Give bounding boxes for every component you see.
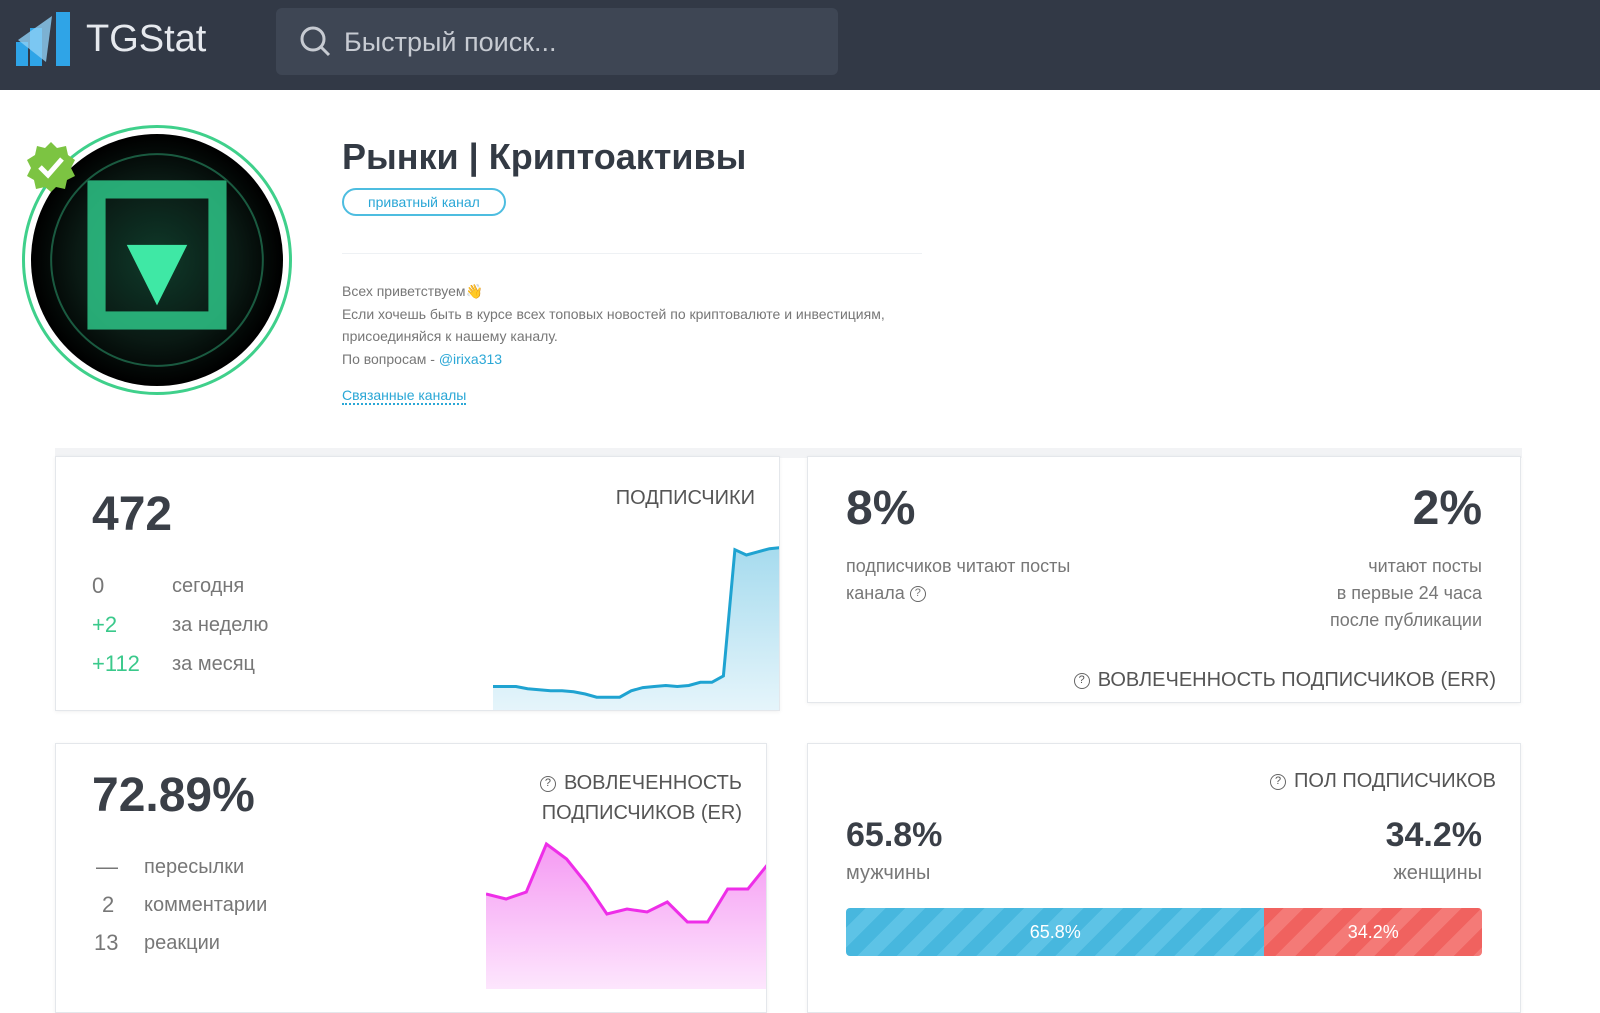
search-input[interactable] — [344, 22, 804, 62]
reactions-value: 13 — [94, 930, 119, 955]
top-bar: TGStat — [0, 0, 1600, 90]
today-label: сегодня — [172, 575, 245, 597]
month-value: +112 — [92, 651, 140, 676]
help-icon[interactable]: ? — [539, 775, 556, 792]
today-value: 0 — [92, 573, 105, 598]
err-right-value: 2% — [1412, 482, 1482, 535]
month-label: за месяц — [172, 653, 256, 675]
week-value: +2 — [92, 612, 118, 637]
verified-icon — [27, 142, 75, 192]
caption-text: ВОВЛЕЧЕННОСТЬ ПОДПИСЧИКОВ (ERR) — [1097, 669, 1496, 691]
gender-caption[interactable]: ? ПОЛ ПОДПИСЧИКОВ — [1270, 770, 1496, 793]
comments-value: 2 — [102, 892, 115, 917]
tgstat-logo-icon[interactable] — [16, 12, 72, 66]
contact-link[interactable]: @irixa313 — [439, 351, 502, 367]
channel-title: Рынки | Криптоактивы — [342, 136, 747, 177]
private-channel-badge: приватный канал — [342, 188, 506, 216]
err-left-label: подписчиков читают посты канала ? — [846, 553, 1070, 607]
er-panel: 72.89% ? ВОВЛЕЧЕННОСТЬ ПОДПИСЧИКОВ (ER) — … — [55, 743, 767, 1013]
label-line: после публикации — [1330, 610, 1482, 630]
sparkline-area — [486, 844, 766, 989]
label-line: читают посты — [1368, 556, 1482, 576]
description-line: Всех приветствуем👋 — [342, 283, 483, 299]
brand-name[interactable]: TGStat — [86, 18, 206, 61]
reactions-label: реакции — [144, 932, 220, 954]
subscribers-total: 472 — [92, 488, 173, 541]
female-bar-segment: 34.2% — [1264, 908, 1482, 956]
caption-text: ПОЛ ПОДПИСЧИКОВ — [1294, 770, 1496, 792]
forwards-label: пересылки — [144, 856, 245, 878]
er-sparkline — [486, 841, 766, 989]
subscribers-sparkline — [493, 546, 779, 710]
er-value: 72.89% — [92, 769, 255, 822]
male-bar-segment: 65.8% — [846, 908, 1265, 956]
female-value: 34.2% — [1385, 816, 1482, 854]
err-right-label: читают посты в первые 24 часа после публик… — [1330, 553, 1482, 634]
err-panel: 8% подписчиков читают посты канала ? 2% ч… — [807, 456, 1521, 703]
gender-bar: 65.8% 34.2% — [846, 908, 1482, 956]
search-box[interactable] — [276, 8, 838, 75]
divider — [342, 253, 922, 254]
related-channels-link[interactable]: Связанные каналы — [342, 387, 467, 405]
sparkline-area — [493, 547, 779, 710]
err-caption[interactable]: ? ВОВЛЕЧЕННОСТЬ ПОДПИСЧИКОВ (ERR) — [1073, 669, 1496, 692]
description-line: По вопросам - @irixa313 — [342, 348, 885, 371]
help-icon[interactable]: ? — [1270, 773, 1287, 790]
week-label: за неделю — [172, 614, 269, 636]
err-left-value: 8% — [846, 482, 916, 535]
description-line: Если хочешь быть в курсе всех топовых но… — [342, 305, 885, 322]
gender-panel: ? ПОЛ ПОДПИСЧИКОВ 65.8% мужчины 34.2% жен… — [807, 743, 1521, 1013]
label-line: канала — [846, 583, 905, 603]
male-label: мужчины — [846, 862, 931, 884]
er-caption[interactable]: ? ВОВЛЕЧЕННОСТЬ ПОДПИСЧИКОВ (ER) — [539, 768, 742, 828]
female-label: женщины — [1393, 862, 1482, 884]
caption-text: ВОВЛЕЧЕННОСТЬ — [563, 772, 742, 794]
subscribers-panel: 472 ПОДПИСЧИКИ 0 сегодня +2 за неделю +1… — [55, 456, 780, 711]
male-value: 65.8% — [846, 816, 943, 854]
contact-prefix: По вопросам - — [342, 350, 439, 367]
caption-text: ПОДПИСЧИКОВ (ER) — [541, 802, 742, 824]
description-line: присоединяйся к нашему каналу. — [342, 328, 558, 344]
channel-description: Всех приветствуем👋 Если хочешь быть в ку… — [342, 280, 885, 370]
search-icon — [300, 26, 331, 57]
forwards-value: — — [96, 854, 118, 879]
subscribers-caption[interactable]: ПОДПИСЧИКИ — [616, 487, 755, 510]
comments-label: комментарии — [144, 894, 268, 916]
help-icon[interactable]: ? — [1073, 672, 1090, 689]
label-line: в первые 24 часа — [1336, 583, 1482, 603]
help-icon[interactable]: ? — [909, 586, 926, 603]
label-line: подписчиков читают посты — [846, 556, 1071, 576]
